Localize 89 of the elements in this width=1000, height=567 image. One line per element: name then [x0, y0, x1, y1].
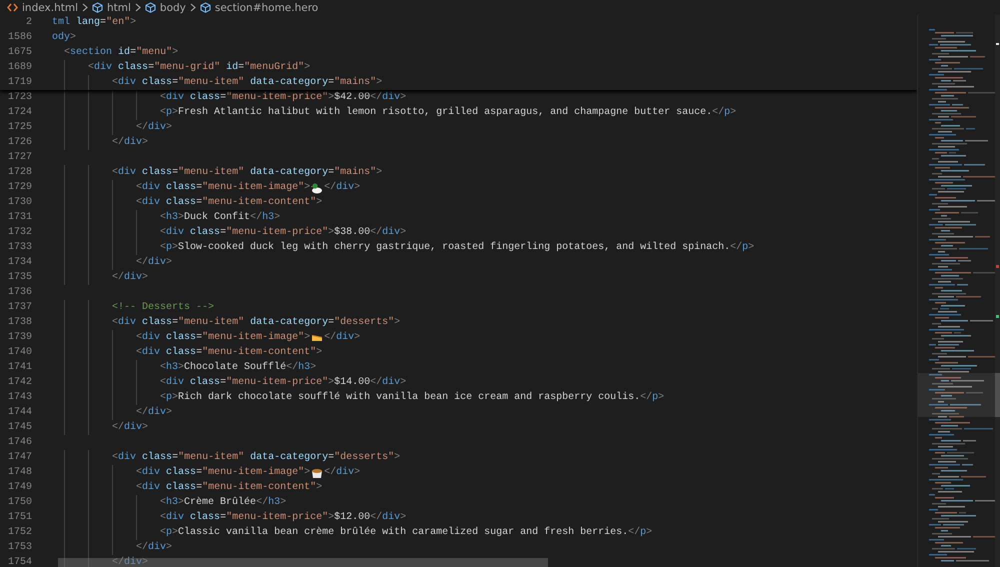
code-icon [7, 3, 18, 12]
code-text: </div> [112, 556, 148, 567]
line-number: 1729 [6, 181, 32, 195]
code-text: tml lang="en"> [52, 16, 136, 30]
breadcrumb-item[interactable]: index.html [22, 0, 78, 14]
line-number: 1750 [6, 496, 32, 510]
line-number: 1751 [6, 511, 32, 525]
line-number: 1725 [6, 121, 32, 135]
code-text: <h3>Chocolate Soufflé</h3> [160, 360, 316, 375]
breadcrumb-item[interactable]: html [106, 0, 131, 14]
line-number: 1747 [6, 451, 32, 465]
line-number: 1743 [6, 391, 32, 405]
cube-icon [144, 2, 156, 13]
code-text: <div class="menu-item-price">$38.00</div> [160, 226, 406, 240]
code-text: </div> [136, 406, 172, 420]
code-text: </div> [136, 540, 172, 555]
code-text: <p>Fresh Atlantic halibut with lemon risotto, grilled asparagus, and champagne butter sauce.</p> [160, 106, 736, 120]
code-text: </div> [112, 136, 148, 150]
line-number: 1730 [6, 196, 32, 210]
line-number: 1736 [6, 286, 32, 300]
duck-icon [311, 182, 324, 194]
horizontal-scrollbar[interactable] [58, 558, 548, 567]
code-text: <div class="menu-item-image"> [136, 330, 310, 345]
code-text: <section id="menu"> [64, 46, 178, 60]
code-text: <div class="menu-item" data-category="mains"> [112, 166, 382, 180]
line-number: 1741 [6, 361, 32, 375]
code-text: <div class="menu-item-price">$12.00</div> [160, 510, 406, 525]
code-text: <h3>Duck Confit</h3> [160, 210, 280, 225]
code-text: <div class="menu-item" data-category="desserts"> [112, 316, 400, 330]
code-text: <div class="menu-item" data-category="mains"> [112, 76, 382, 90]
minimap-drawing[interactable] [917, 15, 1000, 567]
line-number: 1735 [6, 271, 32, 285]
code-text: <div class="menu-item-content"> [136, 196, 322, 210]
line-number: 1738 [6, 316, 32, 330]
line-number: 1732 [6, 226, 32, 240]
chevron-icon [190, 3, 196, 12]
line-number: 1749 [6, 481, 32, 495]
code-text: <!-- Desserts --> [112, 301, 214, 315]
line-number: 1753 [6, 541, 32, 555]
line-number: 1723 [6, 91, 32, 105]
cube-icon [200, 2, 211, 13]
code-text: <p>Classic vanilla bean crème brûlée with caramelized sugar and fresh berries.</p> [160, 526, 652, 540]
chevron-icon [134, 3, 141, 12]
code-text: </div> [324, 330, 360, 345]
code-text: </div> [324, 466, 360, 480]
code-text: <h3>Crème Brûlée</h3> [160, 496, 286, 510]
code-text: ody> [52, 30, 76, 45]
code-text: </div> [136, 120, 172, 135]
chevron-icon [82, 3, 88, 12]
breadcrumb-item[interactable]: section#home.hero [214, 0, 318, 14]
line-number: 1742 [6, 376, 32, 390]
line-number: 1727 [6, 151, 32, 165]
line-number: 1734 [6, 256, 32, 270]
code-text: <div class="menu-grid" id="menuGrid"> [88, 60, 310, 75]
line-number: 1744 [6, 406, 32, 420]
code-text: <div class="menu-item-price">$42.00</div> [160, 90, 406, 105]
line-number: 1724 [6, 106, 32, 120]
code-text: </div> [112, 420, 148, 435]
line-number: 1739 [6, 331, 32, 345]
line-number: 1745 [6, 421, 32, 435]
code-text: </div> [112, 270, 148, 285]
breadcrumb-item[interactable]: body [160, 0, 186, 14]
code-text: <div class="menu-item-content"> [136, 346, 322, 360]
code-text: <div class="menu-item-price">$14.00</div> [160, 376, 406, 390]
code-text: <div class="menu-item" data-category="desserts"> [112, 450, 400, 465]
line-number: 1752 [6, 526, 32, 540]
code-text: </div> [324, 180, 360, 195]
dessert-icon [311, 466, 324, 478]
line-number: 1754 [6, 556, 32, 567]
line-number: 1689 [6, 61, 32, 75]
line-number: 1675 [6, 46, 32, 60]
code-text: <div class="menu-item-content"> [136, 480, 322, 495]
code-text: <p>Rich dark chocolate soufflé with vanilla bean ice cream and raspberry coulis.</p> [160, 390, 664, 405]
line-number: 1737 [6, 301, 32, 315]
line-number: 1719 [6, 76, 32, 90]
code-text: <p>Slow-cooked duck leg with cherry gastrique, roasted fingerling potatoes, and wilted spinach.</p> [160, 240, 754, 255]
line-number: 1733 [6, 241, 32, 255]
line-number: 1748 [6, 466, 32, 480]
code-text: </div> [136, 256, 172, 270]
line-number: 1746 [6, 436, 32, 450]
code-text: <div class="menu-item-image"> [136, 180, 310, 195]
line-number: 1740 [6, 346, 32, 360]
line-number: 1586 [6, 31, 32, 45]
line-number: 1726 [6, 136, 32, 150]
cube-icon [92, 2, 103, 13]
line-number: 2 [24, 16, 32, 30]
code-text: <div class="menu-item-image"> [136, 466, 310, 480]
line-number: 1731 [6, 211, 32, 225]
line-number: 1728 [6, 166, 32, 180]
